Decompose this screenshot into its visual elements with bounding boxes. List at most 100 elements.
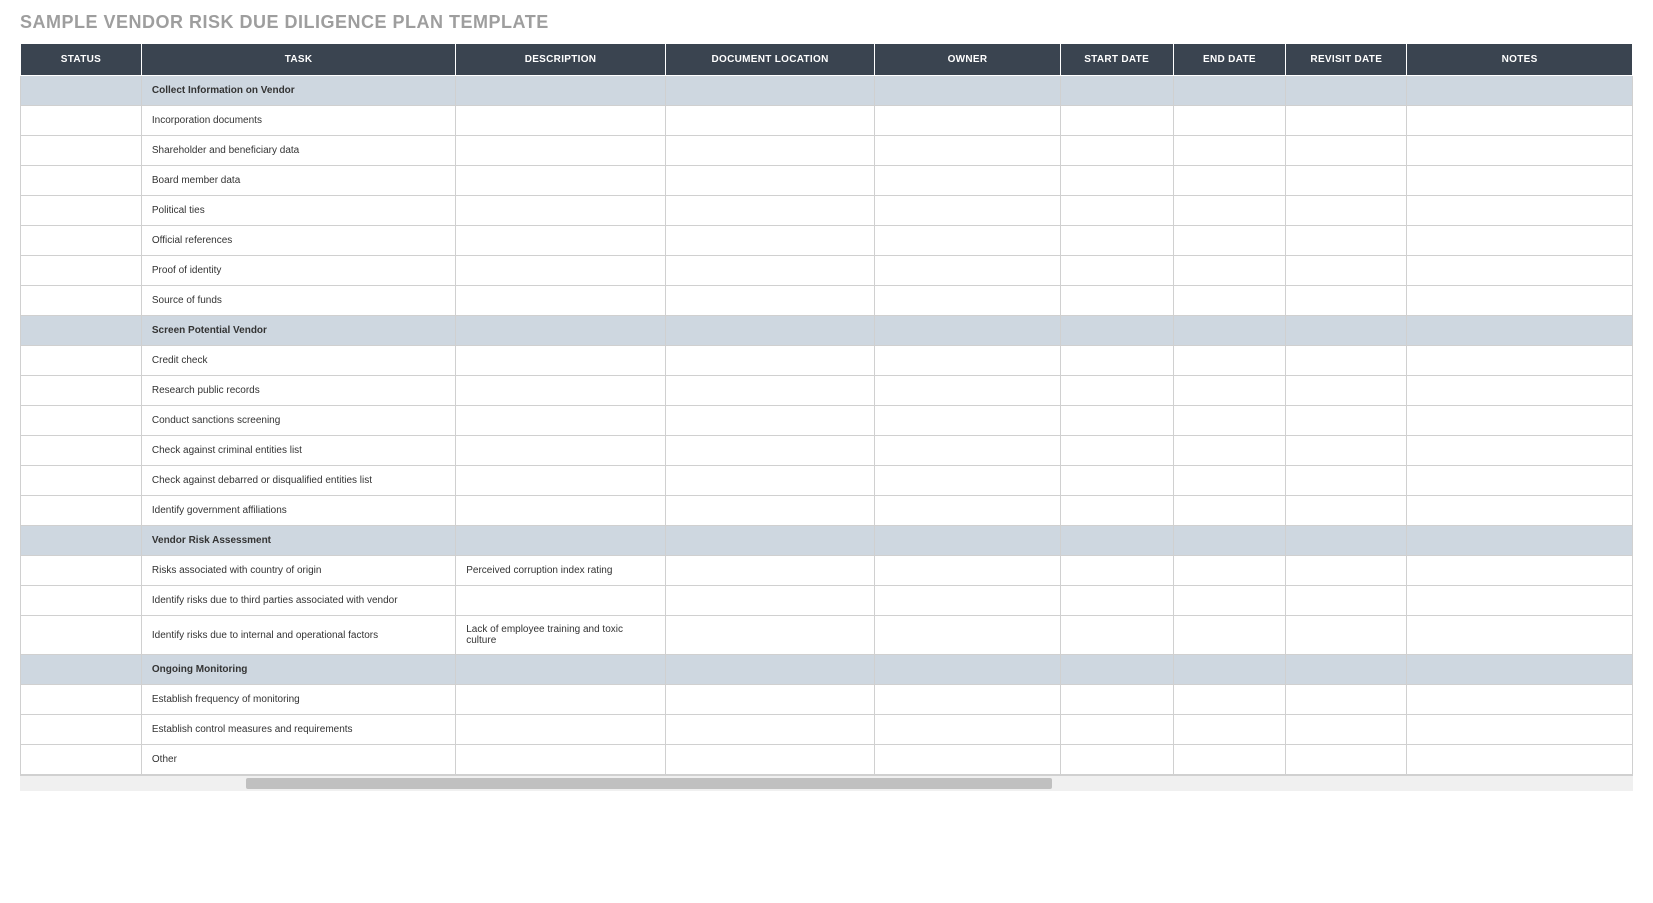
cell-task[interactable]: Identify risks due to internal and opera… <box>141 616 455 655</box>
cell-description[interactable] <box>456 286 666 316</box>
cell-doclocation[interactable] <box>665 685 875 715</box>
cell-startdate[interactable] <box>1060 256 1173 286</box>
cell-doclocation[interactable] <box>665 166 875 196</box>
cell-doclocation[interactable] <box>665 256 875 286</box>
cell-status[interactable] <box>21 316 142 346</box>
cell-revisitdate[interactable] <box>1286 376 1407 406</box>
cell-task[interactable]: Shareholder and beneficiary data <box>141 136 455 166</box>
cell-status[interactable] <box>21 106 142 136</box>
cell-enddate[interactable] <box>1173 466 1286 496</box>
cell-notes[interactable] <box>1407 406 1633 436</box>
cell-notes[interactable] <box>1407 196 1633 226</box>
cell-doclocation[interactable] <box>665 526 875 556</box>
cell-doclocation[interactable] <box>665 556 875 586</box>
cell-status[interactable] <box>21 226 142 256</box>
cell-status[interactable] <box>21 436 142 466</box>
cell-doclocation[interactable] <box>665 196 875 226</box>
cell-enddate[interactable] <box>1173 76 1286 106</box>
cell-enddate[interactable] <box>1173 106 1286 136</box>
cell-status[interactable] <box>21 406 142 436</box>
cell-description[interactable] <box>456 346 666 376</box>
cell-revisitdate[interactable] <box>1286 496 1407 526</box>
cell-revisitdate[interactable] <box>1286 106 1407 136</box>
cell-task[interactable]: Establish control measures and requireme… <box>141 715 455 745</box>
cell-doclocation[interactable] <box>665 316 875 346</box>
cell-doclocation[interactable] <box>665 106 875 136</box>
cell-doclocation[interactable] <box>665 406 875 436</box>
cell-status[interactable] <box>21 196 142 226</box>
cell-owner[interactable] <box>875 685 1060 715</box>
cell-status[interactable] <box>21 616 142 655</box>
cell-startdate[interactable] <box>1060 745 1173 775</box>
cell-startdate[interactable] <box>1060 76 1173 106</box>
cell-owner[interactable] <box>875 256 1060 286</box>
cell-revisitdate[interactable] <box>1286 526 1407 556</box>
cell-description[interactable] <box>456 745 666 775</box>
cell-owner[interactable] <box>875 745 1060 775</box>
cell-enddate[interactable] <box>1173 655 1286 685</box>
cell-task[interactable]: Risks associated with country of origin <box>141 556 455 586</box>
cell-status[interactable] <box>21 136 142 166</box>
cell-description[interactable] <box>456 196 666 226</box>
cell-status[interactable] <box>21 526 142 556</box>
cell-startdate[interactable] <box>1060 286 1173 316</box>
cell-startdate[interactable] <box>1060 715 1173 745</box>
cell-notes[interactable] <box>1407 436 1633 466</box>
cell-description[interactable] <box>456 496 666 526</box>
cell-notes[interactable] <box>1407 166 1633 196</box>
cell-enddate[interactable] <box>1173 376 1286 406</box>
cell-description[interactable] <box>456 106 666 136</box>
cell-description[interactable] <box>456 166 666 196</box>
cell-revisitdate[interactable] <box>1286 286 1407 316</box>
cell-status[interactable] <box>21 286 142 316</box>
cell-revisitdate[interactable] <box>1286 346 1407 376</box>
cell-enddate[interactable] <box>1173 256 1286 286</box>
cell-task[interactable]: Other <box>141 745 455 775</box>
cell-startdate[interactable] <box>1060 436 1173 466</box>
cell-task[interactable]: Research public records <box>141 376 455 406</box>
cell-startdate[interactable] <box>1060 685 1173 715</box>
cell-startdate[interactable] <box>1060 496 1173 526</box>
cell-description[interactable] <box>456 466 666 496</box>
cell-description[interactable] <box>456 526 666 556</box>
cell-notes[interactable] <box>1407 745 1633 775</box>
cell-revisitdate[interactable] <box>1286 136 1407 166</box>
cell-doclocation[interactable] <box>665 496 875 526</box>
cell-description[interactable] <box>456 655 666 685</box>
cell-status[interactable] <box>21 376 142 406</box>
cell-revisitdate[interactable] <box>1286 256 1407 286</box>
cell-task[interactable]: Source of funds <box>141 286 455 316</box>
cell-notes[interactable] <box>1407 685 1633 715</box>
cell-status[interactable] <box>21 715 142 745</box>
cell-startdate[interactable] <box>1060 166 1173 196</box>
cell-enddate[interactable] <box>1173 526 1286 556</box>
cell-owner[interactable] <box>875 196 1060 226</box>
cell-doclocation[interactable] <box>665 136 875 166</box>
cell-startdate[interactable] <box>1060 346 1173 376</box>
cell-revisitdate[interactable] <box>1286 226 1407 256</box>
cell-revisitdate[interactable] <box>1286 655 1407 685</box>
cell-task[interactable]: Board member data <box>141 166 455 196</box>
cell-notes[interactable] <box>1407 715 1633 745</box>
cell-enddate[interactable] <box>1173 406 1286 436</box>
cell-startdate[interactable] <box>1060 316 1173 346</box>
cell-task[interactable]: Political ties <box>141 196 455 226</box>
cell-doclocation[interactable] <box>665 715 875 745</box>
cell-description[interactable] <box>456 436 666 466</box>
cell-description[interactable] <box>456 226 666 256</box>
cell-notes[interactable] <box>1407 556 1633 586</box>
cell-revisitdate[interactable] <box>1286 685 1407 715</box>
cell-startdate[interactable] <box>1060 586 1173 616</box>
cell-task[interactable]: Identify risks due to third parties asso… <box>141 586 455 616</box>
cell-owner[interactable] <box>875 286 1060 316</box>
cell-revisitdate[interactable] <box>1286 556 1407 586</box>
cell-startdate[interactable] <box>1060 616 1173 655</box>
cell-status[interactable] <box>21 346 142 376</box>
cell-doclocation[interactable] <box>665 616 875 655</box>
cell-task[interactable]: Check against criminal entities list <box>141 436 455 466</box>
cell-revisitdate[interactable] <box>1286 436 1407 466</box>
cell-status[interactable] <box>21 496 142 526</box>
scrollbar-thumb[interactable] <box>246 778 1053 789</box>
cell-enddate[interactable] <box>1173 616 1286 655</box>
cell-owner[interactable] <box>875 406 1060 436</box>
